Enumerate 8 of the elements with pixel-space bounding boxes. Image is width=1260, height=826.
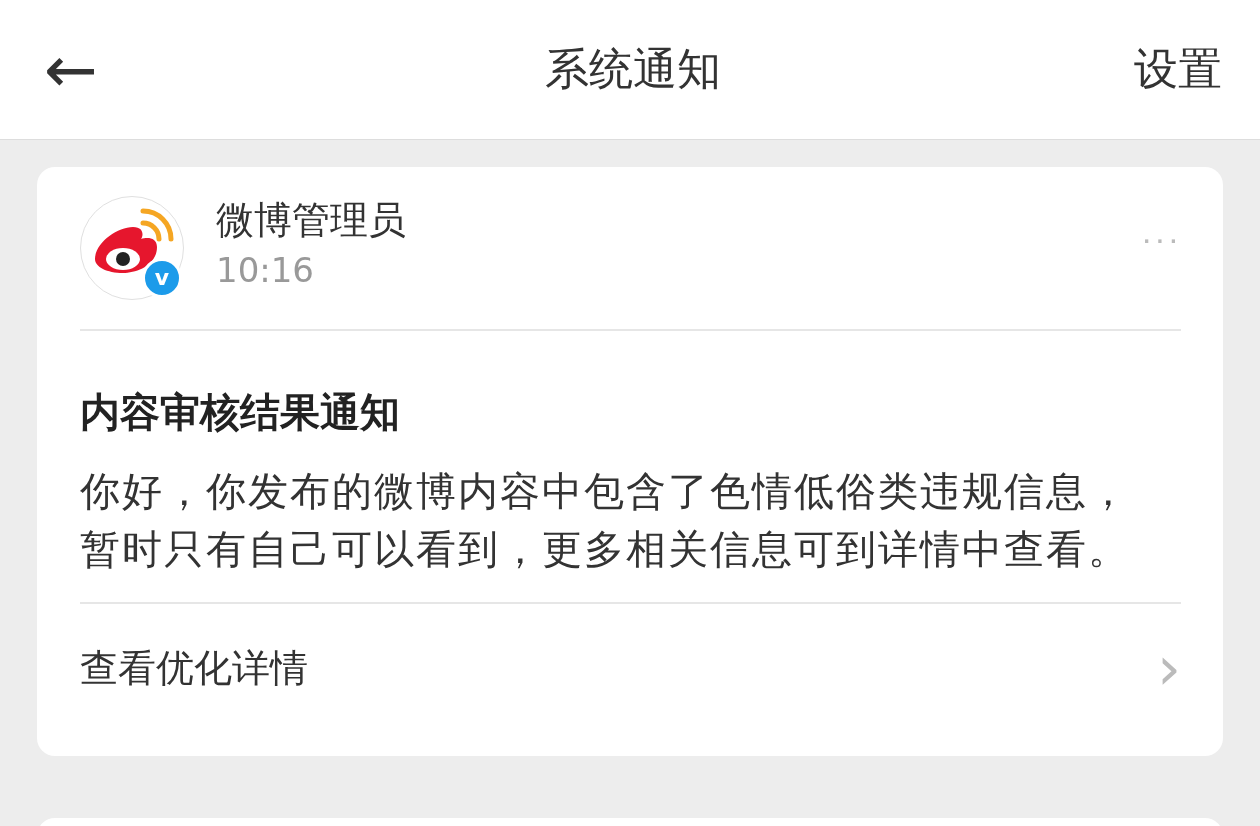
settings-button[interactable]: 设置: [1134, 40, 1222, 99]
timestamp: 10:16: [216, 249, 315, 290]
sender-name: 微博管理员: [216, 196, 407, 244]
notification-message: 你好，你发布的微博内容中包含了色情低俗类违规信息，暂时只有自己可以看到，更多相关信息可到详情中查看。: [80, 467, 1131, 574]
details-link[interactable]: 查看优化详情 ›: [80, 604, 1181, 732]
back-button[interactable]: ←: [44, 37, 98, 102]
page-title: 系统通知: [545, 42, 721, 96]
notification-title: 内容审核结果通知: [80, 388, 401, 437]
